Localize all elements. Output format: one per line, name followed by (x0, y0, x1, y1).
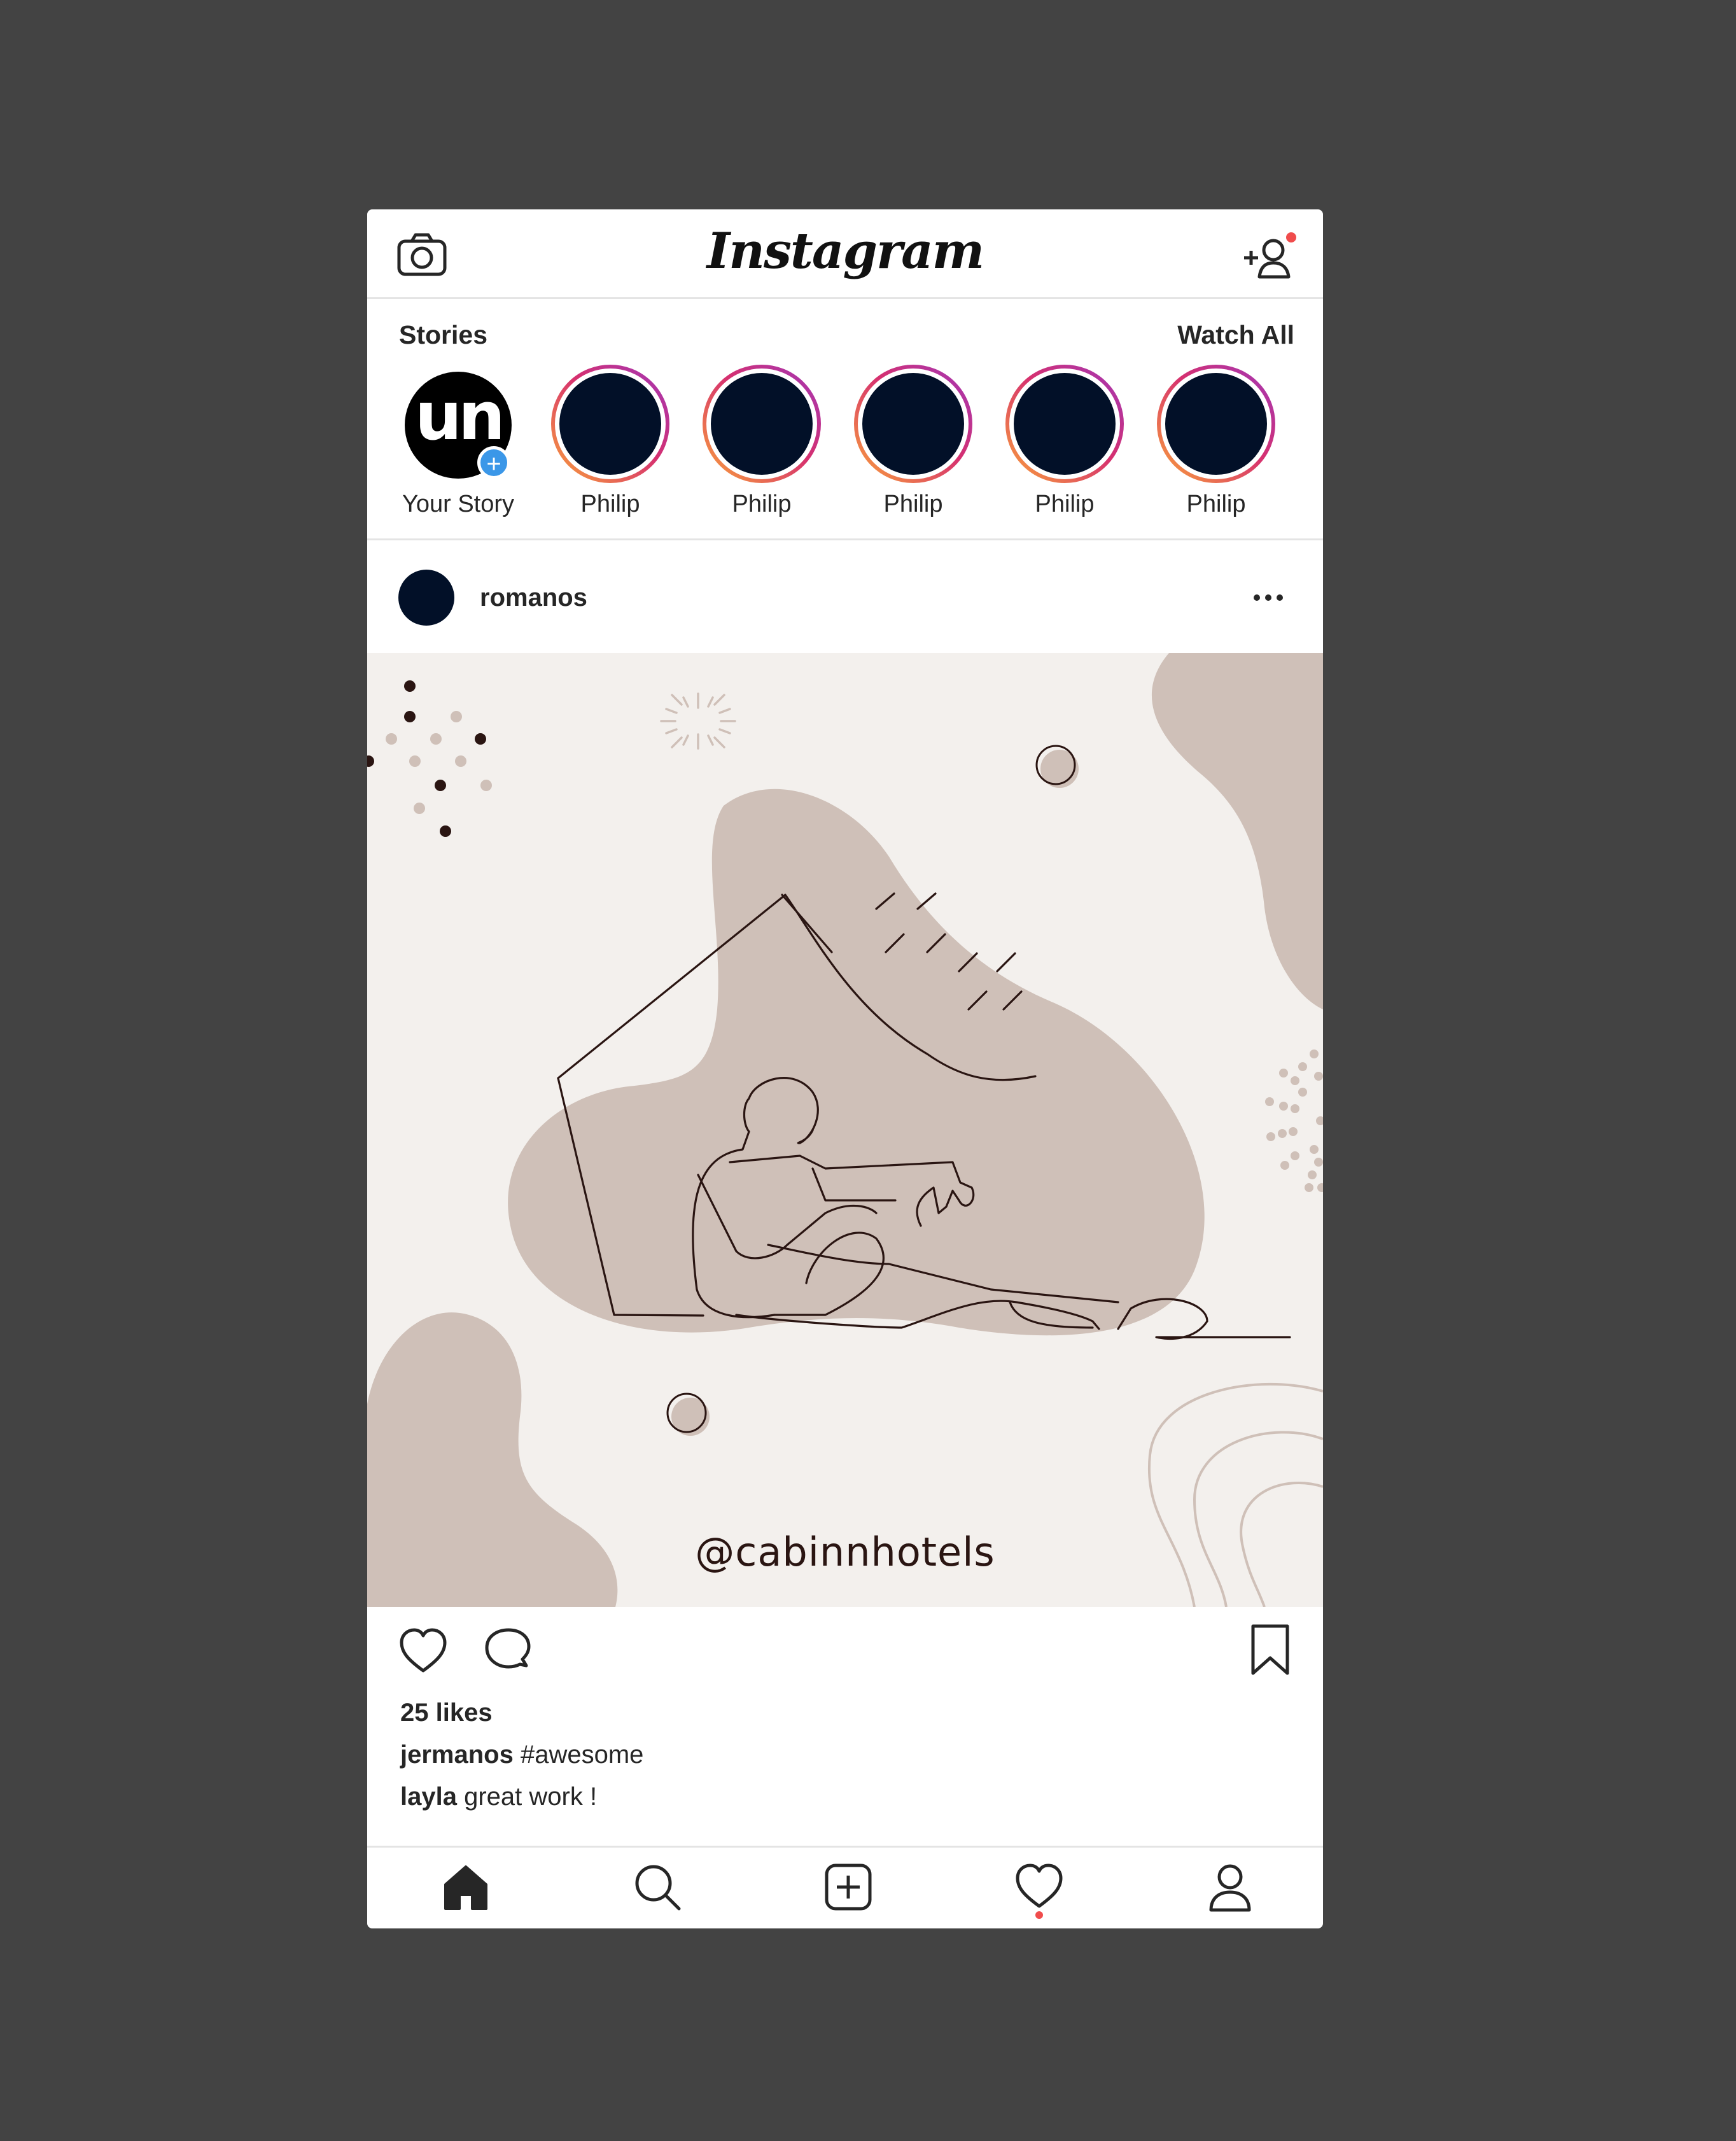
home-icon[interactable] (440, 1862, 491, 1913)
avatar-logo-text: un (414, 377, 505, 455)
likes-count[interactable]: 25 likes (400, 1699, 493, 1727)
add-post-icon[interactable] (823, 1862, 874, 1913)
story-label-3: Philip (883, 491, 943, 517)
story-philip-4[interactable] (1005, 364, 1124, 484)
post-author-avatar[interactable] (398, 570, 454, 626)
app-title: Instagram (706, 222, 984, 280)
comment-bubble-icon[interactable] (480, 1625, 534, 1676)
watch-all-link[interactable]: Watch All (1177, 320, 1294, 350)
post-watermark: @cabinnhotels (695, 1529, 995, 1575)
profile-icon[interactable] (1205, 1862, 1256, 1913)
plus-icon: + (486, 450, 501, 478)
activity-heart-icon[interactable] (1014, 1862, 1065, 1913)
comment-1: jermanos #awesome (400, 1741, 643, 1769)
notification-dot (1286, 232, 1296, 242)
story-label-1: Philip (580, 491, 640, 517)
bottom-nav-divider (367, 1846, 1323, 1848)
post-image[interactable]: @cabinnhotels (367, 653, 1323, 1607)
more-horizontal-icon[interactable] (1249, 585, 1287, 610)
stories-heading: Stories (399, 320, 487, 349)
comment-2-text: great work ! (464, 1783, 598, 1811)
story-label-2: Philip (732, 491, 792, 517)
comment-1-user[interactable]: jermanos (400, 1741, 514, 1769)
comment-1-text: #awesome (520, 1741, 644, 1769)
add-story-badge[interactable]: + (477, 446, 510, 479)
activity-dot (1035, 1911, 1043, 1919)
story-label-5: Philip (1186, 491, 1246, 517)
stories-divider (367, 538, 1323, 540)
post-illustration (367, 653, 1323, 1607)
search-icon[interactable] (632, 1862, 683, 1913)
your-story-label: Your Story (402, 491, 515, 517)
header-divider (367, 297, 1323, 299)
story-philip-5[interactable] (1156, 364, 1276, 484)
story-label-4: Philip (1035, 491, 1095, 517)
story-philip-1[interactable] (550, 364, 670, 484)
story-philip-2[interactable] (702, 364, 822, 484)
comment-2: layla great work ! (400, 1783, 597, 1811)
camera-icon[interactable] (396, 230, 447, 281)
instagram-phone-frame: Instagram Stories Watch All un + Your St… (367, 209, 1323, 1928)
save-bookmark-icon[interactable] (1248, 1624, 1292, 1677)
story-philip-3[interactable] (853, 364, 973, 484)
like-heart-icon[interactable] (396, 1625, 450, 1676)
post-username[interactable]: romanos (480, 584, 587, 612)
comment-2-user[interactable]: layla (400, 1783, 457, 1811)
